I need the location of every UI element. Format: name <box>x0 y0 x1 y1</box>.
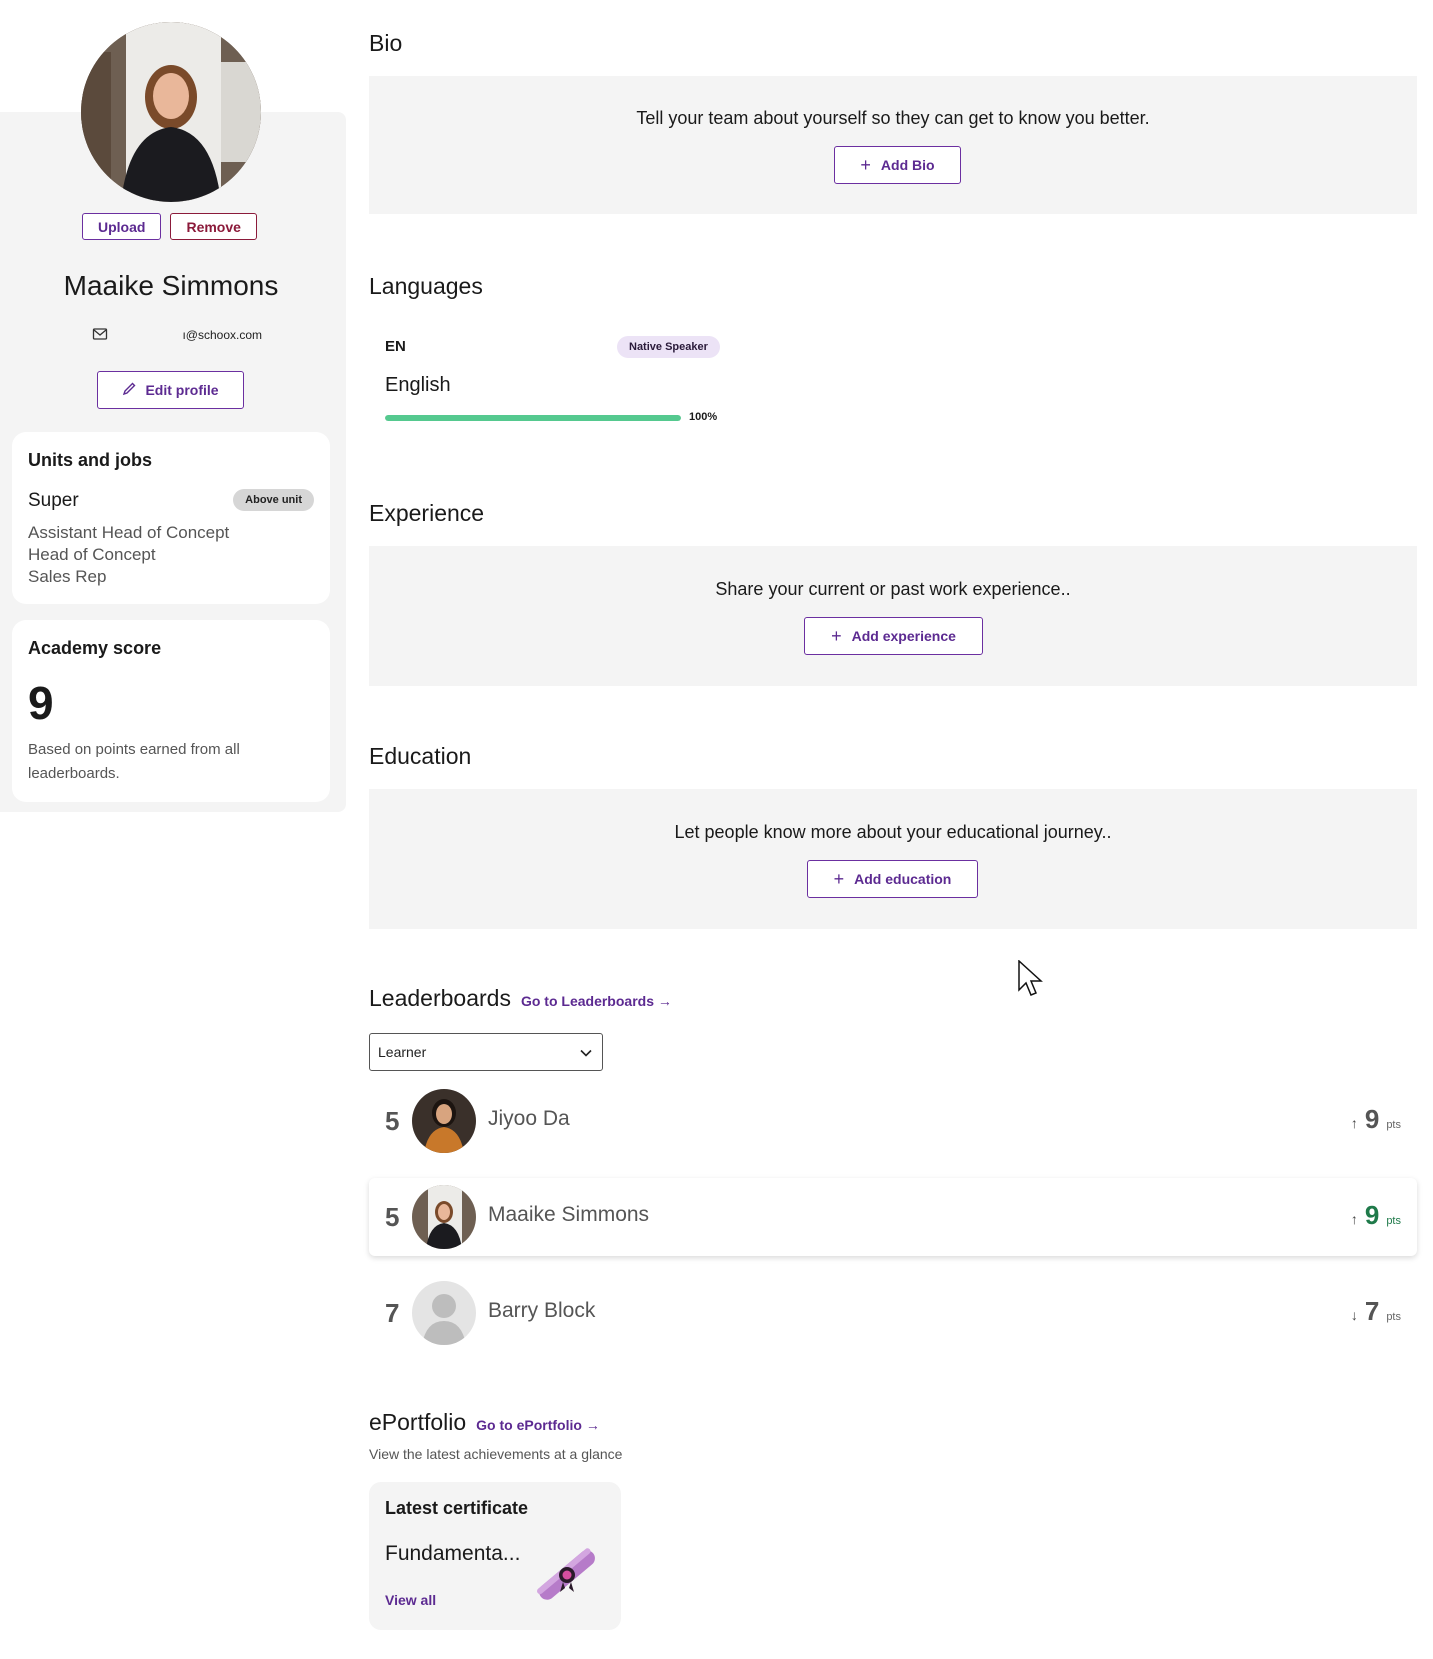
email-row: ı@schoox.com <box>92 326 262 344</box>
job-item: Head of Concept <box>28 545 156 564</box>
bio-panel: Tell your team about yourself so they ca… <box>369 76 1417 214</box>
language-code: EN <box>385 338 406 355</box>
academy-card-title: Academy score <box>28 638 162 658</box>
chevron-down-icon <box>580 1044 592 1060</box>
certificate-name: Fundamenta... <box>385 1542 521 1565</box>
leaderboard-filter-value: Learner <box>378 1044 427 1060</box>
go-to-eportfolio-link[interactable]: Go to ePortfolio → <box>476 1417 600 1433</box>
latest-certificate-card: Latest certificate Fundamenta... View al… <box>369 1482 621 1630</box>
leaderboard-points: ↑ 9 pts <box>1350 1200 1401 1230</box>
leaderboard-points: ↓ 7 pts <box>1350 1296 1401 1326</box>
academy-score-value: 9 <box>28 677 54 729</box>
units-card-title: Units and jobs <box>28 450 153 470</box>
education-panel: Let people know more about your educatio… <box>369 789 1417 929</box>
bio-title: Bio <box>369 30 403 56</box>
pencil-icon <box>122 381 137 399</box>
leaderboard-row: 5 Jiyoo Da ↑ 9 pts <box>369 1082 1417 1160</box>
units-and-jobs-card: Units and jobs Super Above unit Assistan… <box>12 432 330 604</box>
profile-name: Maaike Simmons <box>63 270 279 301</box>
plus-icon: + <box>831 626 842 646</box>
leaderboard-rank: 5 <box>385 1202 400 1232</box>
profile-avatar <box>81 22 261 202</box>
leaderboard-filter-select[interactable]: Learner <box>369 1033 603 1071</box>
arrow-right-icon: → <box>657 993 672 1009</box>
mail-icon <box>92 327 108 344</box>
education-title: Education <box>369 743 472 769</box>
avatar <box>412 1089 476 1153</box>
plus-icon: + <box>833 869 845 889</box>
go-to-leaderboards-link[interactable]: Go to Leaderboards → <box>521 993 672 1009</box>
arrow-right-icon: → <box>585 1417 600 1433</box>
jobs-list: Assistant Head of Concept Head of Concep… <box>28 522 229 588</box>
bio-prompt: Tell your team about yourself so they ca… <box>636 108 1150 128</box>
email-text: ı@schoox.com <box>182 328 262 342</box>
unit-badge: Above unit <box>233 489 314 511</box>
experience-title: Experience <box>369 500 485 526</box>
arrow-down-icon: ↓ <box>1350 1307 1358 1323</box>
arrow-up-icon: ↑ <box>1350 1115 1358 1131</box>
avatar-placeholder <box>412 1281 476 1345</box>
add-experience-button[interactable]: + Add experience <box>804 617 983 655</box>
job-item: Assistant Head of Concept <box>28 523 230 542</box>
language-progress-bar <box>385 415 681 421</box>
experience-prompt: Share your current or past work experien… <box>715 579 1071 599</box>
leaderboard-row: 7 Barry Block ↓ 7 pts <box>369 1274 1417 1352</box>
plus-icon: + <box>860 155 871 175</box>
language-level-badge: Native Speaker <box>617 336 720 358</box>
certificate-scroll-icon <box>529 1540 605 1615</box>
view-all-certificates-link[interactable]: View all <box>385 1592 436 1608</box>
add-bio-label: Add Bio <box>880 157 935 173</box>
edit-profile-label: Edit profile <box>145 382 219 398</box>
job-item: Sales Rep <box>28 567 107 586</box>
academy-score-card: Academy score 9 Based on points earned f… <box>12 620 330 802</box>
add-bio-button[interactable]: + Add Bio <box>834 146 961 184</box>
experience-panel: Share your current or past work experien… <box>369 546 1417 686</box>
remove-photo-button[interactable]: Remove <box>170 213 257 240</box>
language-progress-fill <box>385 415 681 421</box>
leaderboard-row-current-user: 5 Maaike Simmons ↑ 9 pts <box>369 1178 1417 1256</box>
leaderboard-rank: 7 <box>385 1298 400 1328</box>
education-prompt: Let people know more about your educatio… <box>674 822 1112 842</box>
eportfolio-header: ePortfolio Go to ePortfolio → <box>369 1409 600 1436</box>
add-education-button[interactable]: + Add education <box>807 860 978 898</box>
certificate-card-title: Latest certificate <box>385 1498 529 1518</box>
unit-name: Super <box>28 490 79 511</box>
add-experience-label: Add experience <box>851 628 956 644</box>
leaderboard-name: Maaike Simmons <box>488 1203 650 1226</box>
avatar <box>412 1185 476 1249</box>
leaderboards-header: Leaderboards Go to Leaderboards → <box>369 985 672 1012</box>
edit-profile-button[interactable]: Edit profile <box>97 371 244 409</box>
academy-score-description: Based on points earned from all leaderbo… <box>28 741 240 782</box>
language-name: English <box>385 374 451 396</box>
eportfolio-title: ePortfolio <box>369 1409 467 1435</box>
languages-title: Languages <box>369 273 483 299</box>
eportfolio-subtitle: View the latest achievements at a glance <box>369 1446 623 1462</box>
upload-photo-button[interactable]: Upload <box>82 213 162 240</box>
leaderboard-name: Barry Block <box>488 1299 596 1322</box>
leaderboard-points: ↑ 9 pts <box>1350 1104 1401 1134</box>
mouse-cursor-icon <box>1018 959 1044 1003</box>
language-percent: 100% <box>689 411 718 423</box>
leaderboard-rank: 5 <box>385 1106 400 1136</box>
leaderboard-name: Jiyoo Da <box>488 1107 570 1130</box>
leaderboards-title: Leaderboards <box>369 985 511 1011</box>
add-education-label: Add education <box>854 871 952 887</box>
arrow-up-icon: ↑ <box>1350 1211 1358 1227</box>
